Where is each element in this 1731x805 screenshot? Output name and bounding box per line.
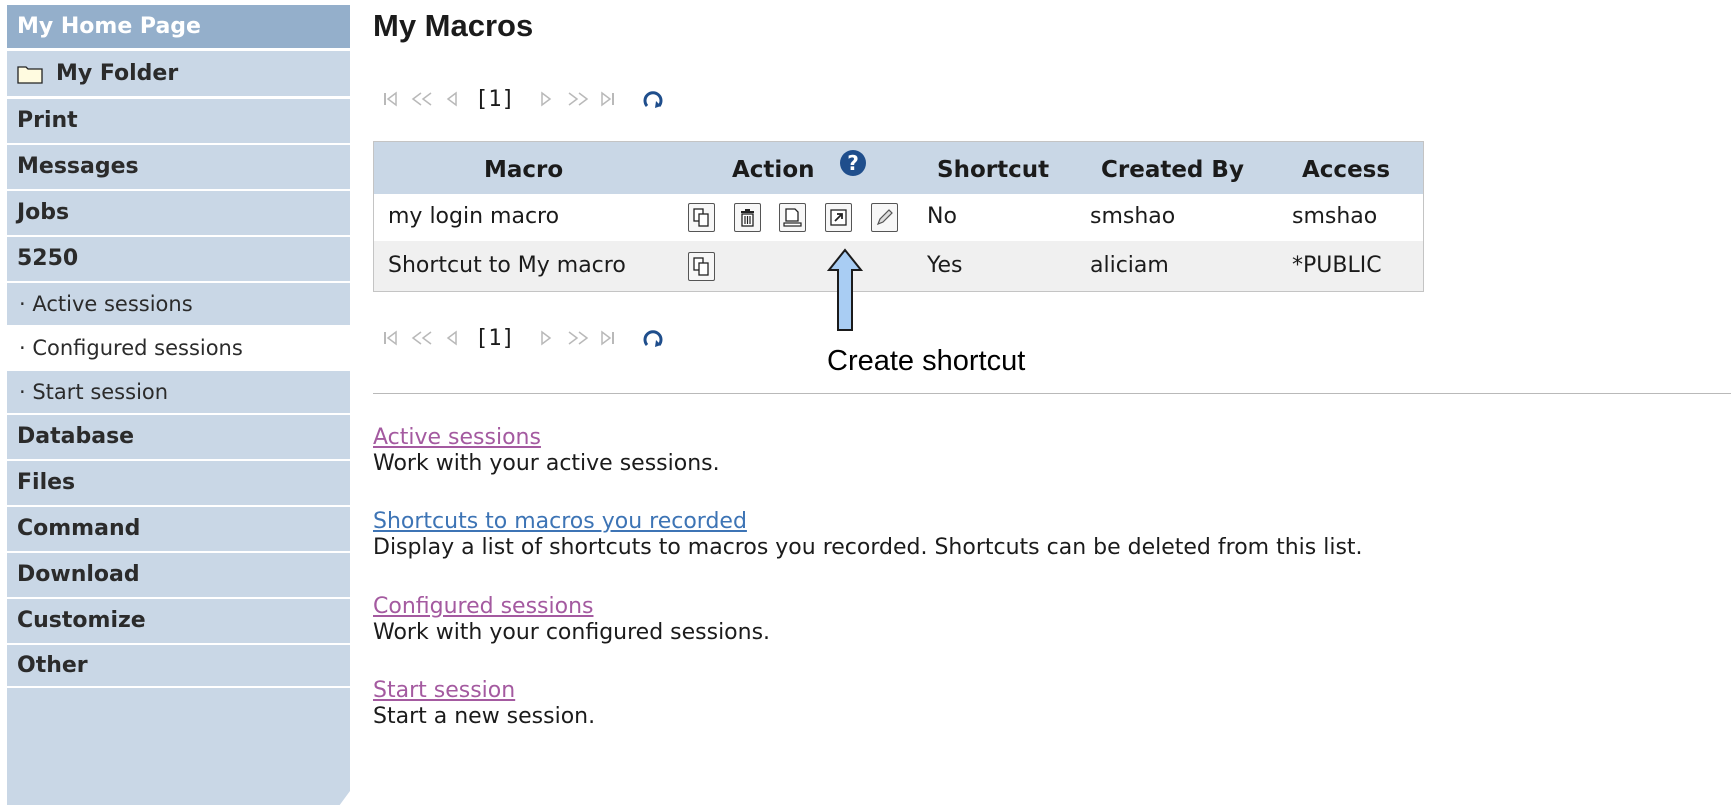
sidebar-item-jobs[interactable]: Jobs <box>7 191 350 235</box>
previous-ten-pages-icon[interactable] <box>411 328 433 348</box>
page-number: [1] <box>475 325 515 351</box>
sidebar-item-download[interactable]: Download <box>7 553 350 597</box>
sidebar-item-my-home-page[interactable]: My Home Page <box>7 5 350 48</box>
link-configured-sessions[interactable]: Configured sessions <box>373 594 593 619</box>
sidebar-item-start-session[interactable]: · Start session <box>7 371 350 413</box>
next-ten-pages-icon[interactable] <box>567 89 589 109</box>
sidebar-item-print[interactable]: Print <box>7 99 350 143</box>
help-icon[interactable]: ? <box>840 150 866 176</box>
sidebar-item-other[interactable]: Other <box>7 645 350 686</box>
page-number: [1] <box>475 86 515 112</box>
next-page-icon[interactable] <box>541 89 553 109</box>
link-description: Work with your active sessions. <box>373 451 720 476</box>
sidebar-item-command[interactable]: Command <box>7 507 350 551</box>
sidebar-footer <box>7 688 350 805</box>
copy-icon[interactable] <box>688 252 715 281</box>
divider <box>373 393 1731 394</box>
table-row: Shortcut to My macro Yes aliciam *PUBLIC <box>374 241 1423 291</box>
sidebar-item-label: Files <box>17 470 76 495</box>
sidebar-item-label: My Folder <box>56 60 179 86</box>
pager-bottom: [1] <box>383 323 665 353</box>
link-description: Start a new session. <box>373 704 596 729</box>
shortcut-value: Yes <box>927 253 963 278</box>
refresh-icon[interactable] <box>641 87 665 111</box>
sidebar-item-label: Print <box>17 108 78 133</box>
sidebar-item-label: My Home Page <box>17 13 201 39</box>
sidebar-item-label: Messages <box>17 154 139 179</box>
link-description: Work with your configured sessions. <box>373 620 771 645</box>
last-page-icon[interactable] <box>601 89 615 109</box>
column-header-created-by[interactable]: Created By <box>1101 157 1244 183</box>
sidebar-nav: My Home Page My Folder Print Messages Jo… <box>7 5 350 805</box>
table-header: Macro Action ? Shortcut Created By Acces… <box>374 142 1423 194</box>
sidebar-item-label: Database <box>17 424 135 449</box>
sidebar-item-label: 5250 <box>17 246 79 271</box>
sidebar-item-label: · Start session <box>19 379 169 404</box>
sidebar-item-database[interactable]: Database <box>7 415 350 459</box>
next-ten-pages-icon[interactable] <box>567 328 589 348</box>
sidebar-item-active-sessions[interactable]: · Active sessions <box>7 283 350 325</box>
annotation-arrow-icon <box>827 248 863 331</box>
macros-table: Macro Action ? Shortcut Created By Acces… <box>373 141 1424 292</box>
sidebar-item-label: Customize <box>17 608 146 633</box>
sidebar-item-label: · Active sessions <box>19 291 193 316</box>
sidebar-item-5250[interactable]: 5250 <box>7 237 350 281</box>
created-by-value: aliciam <box>1090 253 1169 278</box>
sidebar-item-label: · Configured sessions <box>19 335 243 360</box>
column-header-shortcut[interactable]: Shortcut <box>937 157 1049 183</box>
delete-icon[interactable] <box>734 203 761 232</box>
shortcut-value: No <box>927 204 957 229</box>
column-header-action: Action <box>732 157 815 183</box>
access-value: *PUBLIC <box>1292 253 1382 278</box>
column-header-macro[interactable]: Macro <box>484 157 563 183</box>
column-header-access[interactable]: Access <box>1302 157 1390 183</box>
table-row: my login macro No smshao smshao <box>374 194 1423 241</box>
sidebar-item-configured-sessions[interactable]: · Configured sessions <box>7 327 350 369</box>
sidebar-item-label: Download <box>17 562 140 587</box>
sidebar-item-messages[interactable]: Messages <box>7 145 350 189</box>
macro-name[interactable]: Shortcut to My macro <box>388 253 626 278</box>
previous-ten-pages-icon[interactable] <box>411 89 433 109</box>
sidebar-item-label: Command <box>17 516 141 541</box>
create-shortcut-icon[interactable] <box>825 203 852 232</box>
edit-icon[interactable] <box>871 203 898 232</box>
previous-page-icon[interactable] <box>445 328 457 348</box>
link-description: Display a list of shortcuts to macros yo… <box>373 535 1363 560</box>
sidebar-item-customize[interactable]: Customize <box>7 599 350 643</box>
first-page-icon[interactable] <box>383 328 397 348</box>
link-active-sessions[interactable]: Active sessions <box>373 425 541 450</box>
annotation-label: Create shortcut <box>827 345 1026 377</box>
previous-page-icon[interactable] <box>445 89 457 109</box>
next-page-icon[interactable] <box>541 328 553 348</box>
sidebar-item-label: Jobs <box>17 200 70 225</box>
pager-top: [1] <box>383 84 665 114</box>
macro-name[interactable]: my login macro <box>388 204 559 229</box>
page-title: My Macros <box>373 8 534 43</box>
rename-icon[interactable] <box>779 203 806 232</box>
sidebar-item-files[interactable]: Files <box>7 461 350 505</box>
link-shortcuts-to-macros[interactable]: Shortcuts to macros you recorded <box>373 509 747 534</box>
sidebar-item-label: Other <box>17 652 88 678</box>
access-value: smshao <box>1292 204 1378 229</box>
last-page-icon[interactable] <box>601 328 615 348</box>
link-start-session[interactable]: Start session <box>373 678 515 703</box>
first-page-icon[interactable] <box>383 89 397 109</box>
created-by-value: smshao <box>1090 204 1176 229</box>
folder-icon <box>17 64 44 84</box>
sidebar-item-my-folder[interactable]: My Folder <box>7 51 350 96</box>
refresh-icon[interactable] <box>641 326 665 350</box>
copy-icon[interactable] <box>688 203 715 232</box>
